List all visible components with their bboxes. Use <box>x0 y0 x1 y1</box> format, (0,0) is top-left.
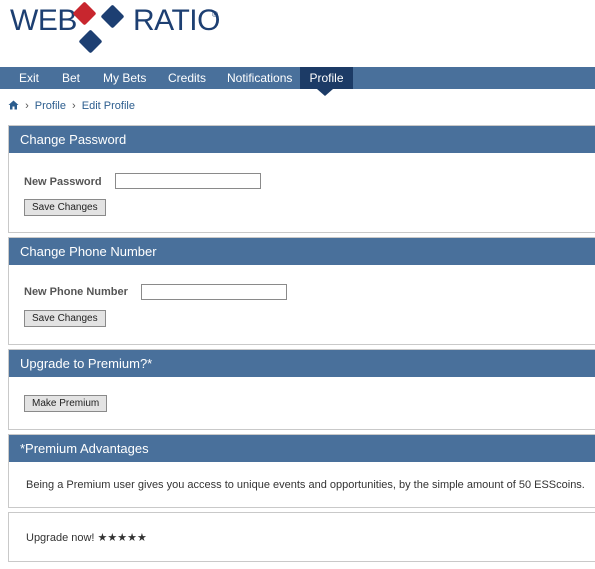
nav-item-exit[interactable]: Exit <box>19 67 39 89</box>
breadcrumb: › Profile › Edit Profile <box>8 100 135 112</box>
breadcrumb-edit-profile-link[interactable]: Edit Profile <box>82 100 135 112</box>
premium-advantages-title: *Premium Advantages <box>9 435 595 462</box>
logo-square-blue-bottom <box>78 29 103 54</box>
upgrade-now-text: Upgrade now! ★★★★★ <box>26 532 147 544</box>
save-password-button[interactable]: Save Changes <box>24 199 106 216</box>
change-phone-title: Change Phone Number <box>9 238 595 265</box>
premium-advantages-panel: *Premium Advantages Being a Premium user… <box>8 434 595 508</box>
nav-item-credits[interactable]: Credits <box>168 67 206 89</box>
home-icon[interactable] <box>8 100 19 110</box>
change-password-title: Change Password <box>9 126 595 153</box>
upgrade-cta-panel: Upgrade now! ★★★★★ <box>8 512 595 562</box>
logo: WEB RATIO ® <box>0 0 595 67</box>
make-premium-button[interactable]: Make Premium <box>24 395 108 412</box>
save-phone-button[interactable]: Save Changes <box>24 310 106 327</box>
breadcrumb-profile-link[interactable]: Profile <box>35 100 66 112</box>
logo-text-left: WEB <box>10 4 77 37</box>
logo-registered-mark: ® <box>212 10 218 19</box>
upgrade-premium-title: Upgrade to Premium?* <box>9 350 595 377</box>
main-nav: Exit Bet My Bets Credits Notifications P… <box>0 67 595 96</box>
new-phone-number-input[interactable] <box>141 284 287 300</box>
nav-item-bet[interactable]: Bet <box>62 67 80 89</box>
nav-active-caret-icon <box>317 89 333 96</box>
new-password-input[interactable] <box>115 173 261 189</box>
premium-advantages-text: Being a Premium user gives you access to… <box>26 479 585 491</box>
breadcrumb-separator: › <box>25 100 29 112</box>
logo-square-blue-right <box>100 4 125 29</box>
new-password-label: New Password <box>24 176 102 188</box>
breadcrumb-separator: › <box>72 100 76 112</box>
upgrade-premium-panel: Upgrade to Premium?* Make Premium <box>8 349 595 430</box>
nav-item-profile[interactable]: Profile <box>300 67 353 89</box>
nav-item-my-bets[interactable]: My Bets <box>103 67 146 89</box>
change-password-panel: Change Password New Password Save Change… <box>8 125 595 233</box>
logo-text-right: RATIO <box>133 4 220 37</box>
nav-item-notifications[interactable]: Notifications <box>227 67 292 89</box>
change-phone-panel: Change Phone Number New Phone Number Sav… <box>8 237 595 345</box>
new-phone-number-label: New Phone Number <box>24 286 128 298</box>
